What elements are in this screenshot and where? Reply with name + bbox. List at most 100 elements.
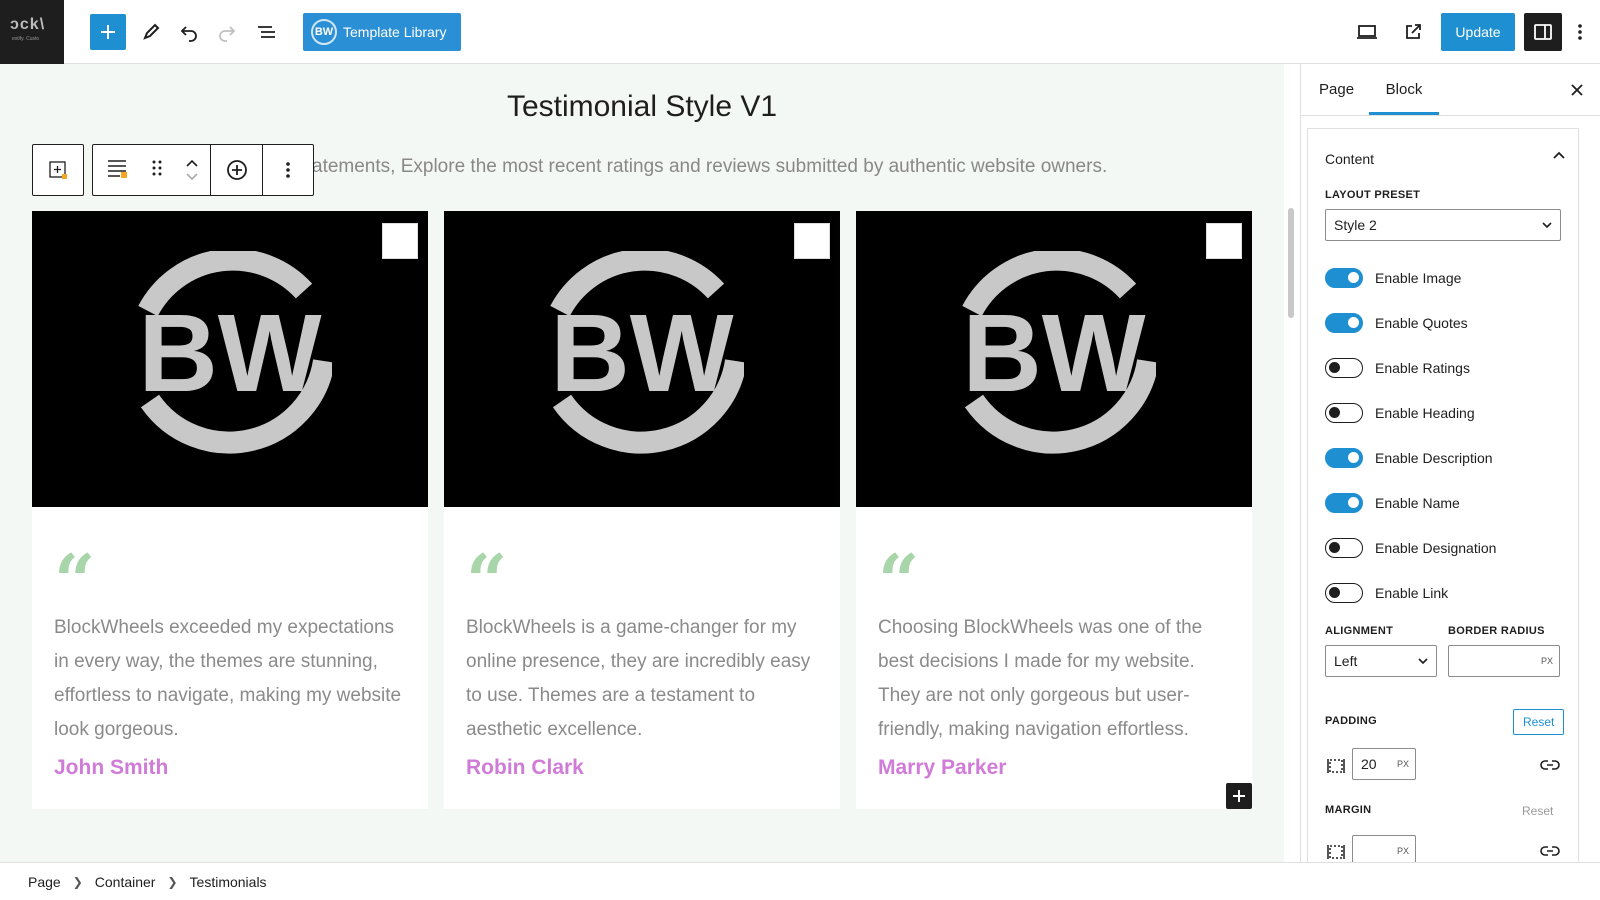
testimonial-card[interactable]: BW “ BlockWheels is a game-changer for m… [444, 211, 903, 809]
margin-input[interactable]: PX [1352, 835, 1416, 862]
enable-designation-toggle[interactable] [1325, 538, 1363, 558]
enable-quotes-toggle[interactable] [1325, 313, 1363, 333]
undo-button[interactable] [171, 14, 207, 50]
block-options-button[interactable] [263, 145, 313, 195]
site-logo[interactable]: ɔck\ extify. Custo [0, 0, 64, 64]
breadcrumb-item-page[interactable]: Page [28, 874, 61, 890]
redo-icon [219, 26, 236, 42]
laptop-icon [1357, 25, 1377, 39]
chevron-down-icon [1542, 222, 1552, 229]
enable-heading-toggle-row[interactable]: Enable Heading [1325, 402, 1475, 424]
settings-sidebar-toggle[interactable] [1524, 13, 1562, 51]
settings-sidebar: Page Block Content LAYOUT PRESET Style 2… [1300, 64, 1600, 862]
content-panel: Content LAYOUT PRESET Style 2 Enable Ima… [1307, 128, 1579, 862]
add-block-button[interactable] [90, 14, 126, 50]
enable-image-toggle-row[interactable]: Enable Image [1325, 267, 1461, 289]
select-parent-block-button[interactable] [32, 144, 84, 196]
section-description[interactable]: atements, Explore the most recent rating… [312, 156, 1107, 178]
enable-ratings-toggle-row[interactable]: Enable Ratings [1325, 357, 1470, 379]
alignment-label: ALIGNMENT [1325, 625, 1394, 637]
redo-button[interactable] [209, 14, 245, 50]
unit-label: PX [1540, 656, 1553, 666]
plus-circle-icon [226, 160, 247, 180]
tab-block[interactable]: Block [1369, 64, 1439, 115]
testimonial-image[interactable]: BW [444, 211, 903, 507]
enable-image-toggle[interactable] [1325, 268, 1363, 288]
enable-name-toggle-row[interactable]: Enable Name [1325, 492, 1460, 514]
link-sides-button[interactable] [1540, 841, 1560, 862]
enable-quotes-toggle-row[interactable]: Enable Quotes [1325, 312, 1468, 334]
page-heading[interactable]: Testimonial Style V1 [0, 90, 1284, 124]
container-block-icon [49, 161, 67, 179]
enable-ratings-toggle[interactable] [1325, 358, 1363, 378]
testimonial-image[interactable]: BW [32, 211, 491, 507]
panel-title[interactable]: Content [1325, 151, 1374, 167]
template-library-label: Template Library [343, 24, 447, 40]
edit-tool-button[interactable] [133, 14, 169, 50]
chevron-down-icon [1418, 658, 1428, 665]
svg-text:BW: BW [138, 292, 321, 415]
document-overview-button[interactable] [249, 14, 285, 50]
enable-link-toggle-row[interactable]: Enable Link [1325, 582, 1448, 604]
collapse-panel-button[interactable] [1552, 147, 1566, 165]
bw-logo-image: BW [550, 251, 744, 454]
breadcrumb-item-container[interactable]: Container [95, 874, 156, 890]
enable-description-toggle-row[interactable]: Enable Description [1325, 447, 1493, 469]
remove-item-button[interactable] [382, 223, 491, 276]
unit-label: PX [1396, 759, 1409, 769]
testimonial-description[interactable]: Choosing BlockWheels was one of the best… [878, 611, 1238, 747]
toggle-label: Enable Heading [1375, 405, 1475, 421]
layout-preset-select[interactable]: Style 2 [1325, 209, 1561, 241]
preview-device-button[interactable] [1349, 14, 1385, 50]
remove-item-button[interactable] [794, 223, 903, 276]
view-page-button[interactable] [1395, 14, 1431, 50]
drag-handle[interactable] [152, 159, 162, 182]
svg-text:BW: BW [550, 292, 733, 415]
template-library-button[interactable]: BW Template Library [303, 13, 461, 51]
site-logo-subtext: extify. Custo [12, 36, 40, 42]
enable-heading-toggle[interactable] [1325, 403, 1363, 423]
padding-input[interactable]: 20 PX [1352, 748, 1416, 780]
update-button[interactable]: Update [1441, 13, 1515, 51]
add-item-button[interactable] [211, 145, 263, 195]
border-radius-input[interactable]: PX [1448, 645, 1560, 677]
enable-link-toggle[interactable] [1325, 583, 1363, 603]
editor-canvas: Testimonial Style V1 atements, Explore t… [0, 64, 1284, 862]
testimonial-image[interactable]: BW [856, 211, 1252, 507]
site-logo-text: ɔck\ [10, 16, 46, 33]
quote-icon: “ [54, 545, 95, 585]
testimonial-description[interactable]: BlockWheels is a game-changer for my onl… [466, 611, 826, 747]
enable-description-toggle[interactable] [1325, 448, 1363, 468]
padding-reset-button[interactable]: Reset [1513, 709, 1565, 735]
alignment-select[interactable]: Left [1325, 645, 1437, 677]
tab-page[interactable]: Page [1319, 64, 1354, 116]
margin-sides-icon[interactable] [1325, 841, 1347, 862]
testimonial-name[interactable]: John Smith [54, 756, 168, 780]
close-sidebar-button[interactable] [1565, 78, 1589, 102]
quote-icon: “ [466, 545, 507, 585]
box-sides-icon [1327, 759, 1345, 773]
external-link-icon [1406, 24, 1421, 39]
padding-sides-icon[interactable] [1325, 755, 1347, 782]
options-menu-button[interactable] [1568, 14, 1592, 50]
testimonial-card[interactable]: BW “ BlockWheels exceeded my expectation… [32, 211, 491, 809]
testimonial-description[interactable]: BlockWheels exceeded my expectations in … [54, 611, 414, 747]
sidebar-tabs: Page Block [1301, 64, 1600, 116]
margin-reset-button[interactable]: Reset [1513, 799, 1562, 825]
enable-name-toggle[interactable] [1325, 493, 1363, 513]
border-radius-label: BORDER RADIUS [1448, 625, 1545, 637]
block-inserter-button[interactable] [1226, 783, 1252, 809]
chevron-up-icon [185, 159, 198, 167]
move-up-down-control[interactable] [185, 159, 199, 181]
enable-designation-toggle-row[interactable]: Enable Designation [1325, 537, 1496, 559]
testimonial-name[interactable]: Marry Parker [878, 756, 1006, 780]
chevron-down-icon [185, 173, 198, 181]
padding-value: 20 [1361, 756, 1377, 772]
testimonial-name[interactable]: Robin Clark [466, 756, 584, 780]
remove-item-button[interactable] [1206, 223, 1242, 259]
layout-preset-value: Style 2 [1334, 217, 1377, 233]
link-sides-button[interactable] [1540, 755, 1560, 780]
testimonial-card[interactable]: BW “ Choosing BlockWheels was one of the… [856, 211, 1252, 809]
canvas-scrollbar[interactable] [1288, 208, 1294, 318]
testimonial-block-icon[interactable] [105, 157, 129, 184]
